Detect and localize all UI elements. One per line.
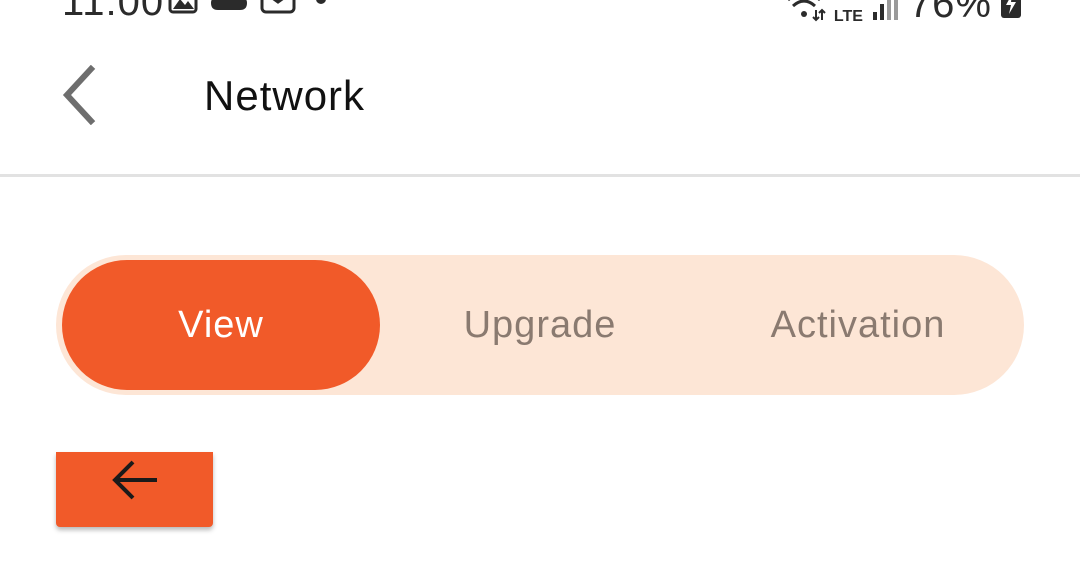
status-time: 11:00: [62, 0, 165, 24]
status-icons-right: LTE 76%: [786, 0, 1022, 28]
tab-activation[interactable]: Activation: [699, 260, 1017, 390]
app-bar: Network: [0, 26, 1080, 176]
mail-icon: [260, 0, 296, 14]
page-title: Network: [204, 72, 366, 119]
app-bar-divider: [0, 174, 1080, 177]
tab-view[interactable]: View: [62, 260, 380, 390]
dot-icon: [316, 0, 326, 4]
back-button[interactable]: [44, 62, 114, 132]
wifi-icon: [786, 0, 826, 27]
tab-upgrade[interactable]: Upgrade: [381, 260, 699, 390]
cloud-icon: [210, 0, 248, 12]
network-type-label: LTE: [833, 8, 863, 25]
back-arrow-button[interactable]: [56, 452, 213, 527]
signal-icon: [871, 0, 901, 27]
battery-percent: 76%: [908, 0, 992, 26]
status-bar: 11:00 LTE 76%: [0, 0, 1080, 26]
chevron-left-icon: [59, 64, 99, 130]
network-screen: 11:00 LTE 76% Network View Upgrade Activ…: [0, 0, 1080, 578]
status-icons-left: [168, 0, 326, 14]
segmented-tabs: View Upgrade Activation: [56, 255, 1024, 395]
battery-charging-icon: [1000, 0, 1022, 25]
image-icon: [168, 0, 198, 14]
arrow-left-icon: [109, 458, 161, 507]
